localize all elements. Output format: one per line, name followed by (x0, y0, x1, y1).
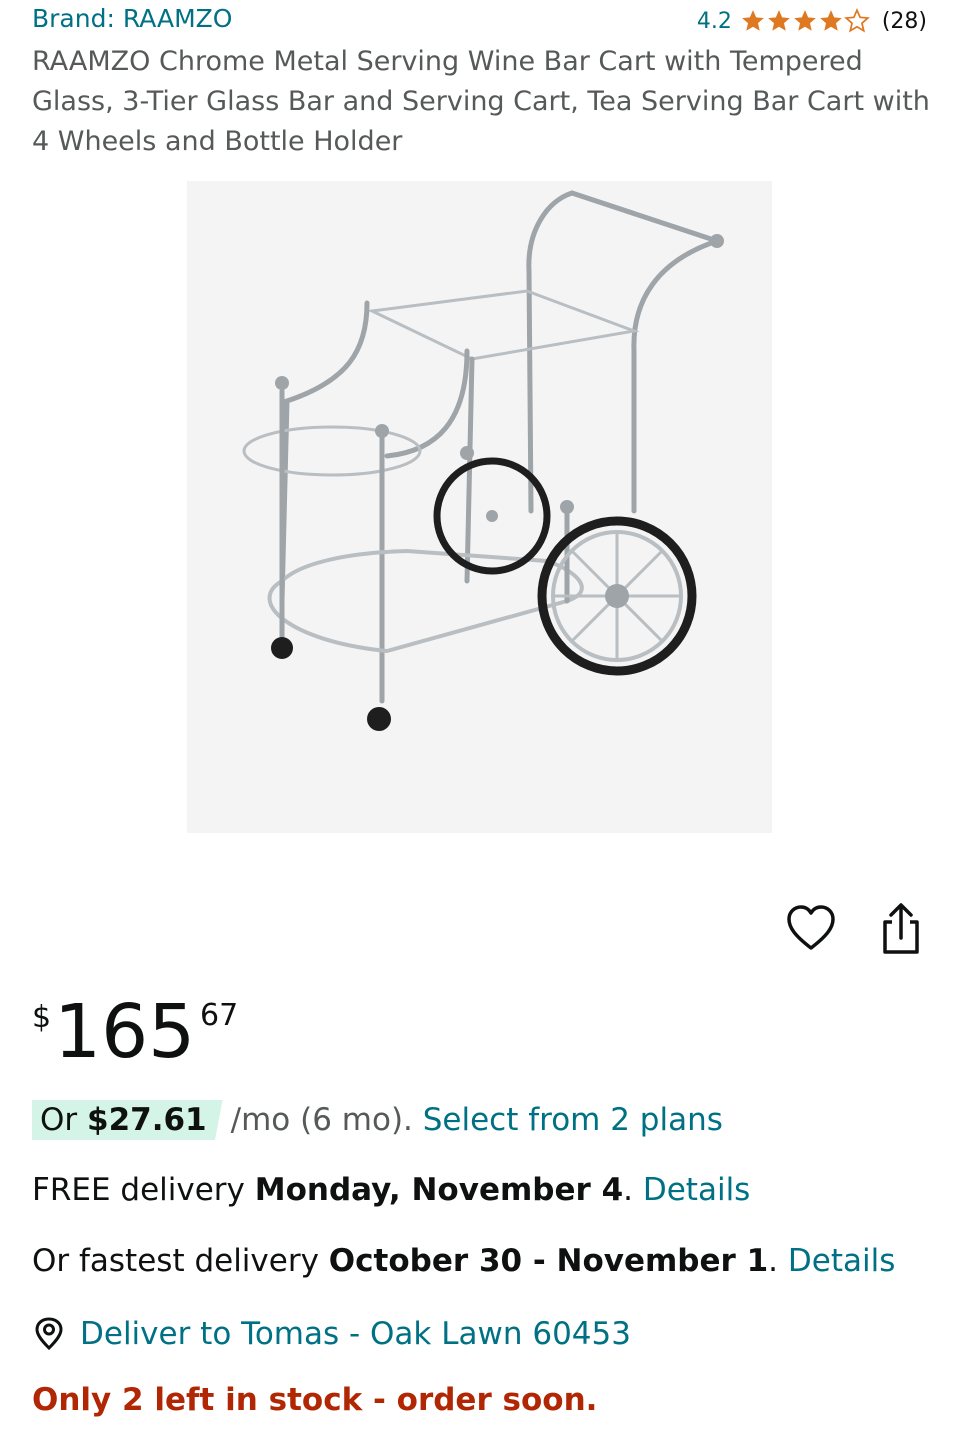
product-title: RAAMZO Chrome Metal Serving Wine Bar Car… (32, 46, 930, 157)
star-icon (741, 10, 764, 31)
price-whole: 165 (54, 989, 196, 1075)
share-icon[interactable] (876, 902, 926, 956)
rating-value: 4.2 (696, 8, 732, 34)
fastest-delivery-info: Or fastest delivery October 30 - Novembe… (32, 1243, 895, 1279)
price-fraction: 67 (200, 998, 239, 1033)
installment-offer: Or $27.61/mo (6 mo). Select from 2 plans (32, 1100, 723, 1140)
star-rating (740, 8, 870, 34)
delivery-prefix: FREE delivery (32, 1172, 255, 1208)
fastest-date: October 30 - November 1 (328, 1243, 769, 1279)
installment-or: Or (40, 1102, 87, 1138)
delivery-period: . (623, 1172, 643, 1208)
delivery-details-link[interactable]: Details (643, 1172, 750, 1208)
rating-summary[interactable]: 4.2 (28) (697, 8, 927, 34)
delivery-date: Monday, November 4 (254, 1172, 624, 1208)
star-outline-icon (843, 8, 870, 33)
brand-link[interactable]: Brand: RAAMZO (32, 4, 232, 33)
installment-amount: $27.61 (87, 1102, 207, 1138)
heart-icon[interactable] (786, 903, 836, 955)
price-currency: $ (32, 1000, 52, 1035)
star-icon (767, 10, 790, 31)
select-plans-link[interactable]: Select from 2 plans (423, 1102, 723, 1138)
deliver-to-label[interactable]: Deliver to Tomas - Oak Lawn 60453 (80, 1316, 631, 1352)
location-pin-icon (35, 1317, 63, 1351)
product-image[interactable] (187, 181, 772, 833)
deliver-to-location[interactable]: Deliver to Tomas - Oak Lawn 60453 (32, 1316, 631, 1352)
fastest-prefix: Or fastest delivery (32, 1243, 329, 1279)
rating-count: (28) (881, 8, 927, 34)
fastest-details-link[interactable]: Details (788, 1243, 895, 1279)
installment-badge: Or $27.61 (32, 1100, 223, 1140)
stock-status: Only 2 left in stock - order soon. (32, 1382, 598, 1418)
fastest-period: . (768, 1243, 788, 1279)
free-delivery-info: FREE delivery Monday, November 4. Detail… (32, 1172, 750, 1208)
installment-term: /mo (6 mo). (230, 1102, 423, 1138)
star-icon (819, 10, 842, 31)
star-icon (793, 10, 816, 31)
